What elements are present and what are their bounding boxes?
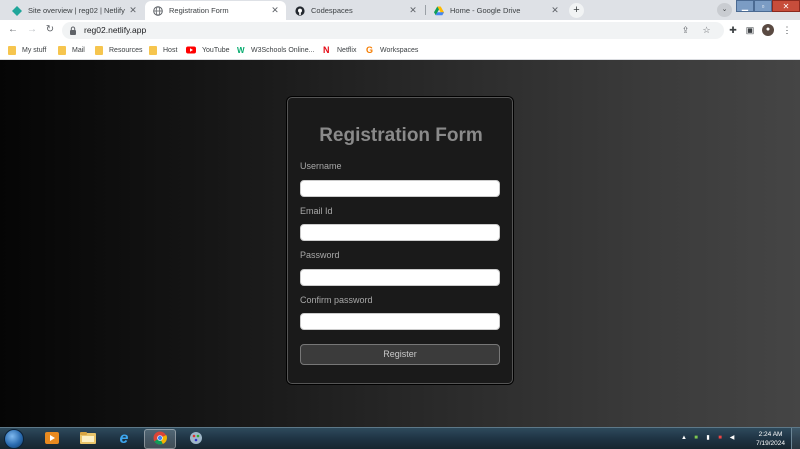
signal-icon[interactable]: ▮ [704,434,712,442]
bookmark-mail[interactable]: Mail [58,44,85,57]
system-clock[interactable]: 2:24 AM 7/19/2024 [756,430,785,448]
google-drive-icon [434,6,444,16]
chevron-down-icon: ⌄ [721,6,728,13]
confirm-password-label: Confirm password [300,295,373,305]
windows-taskbar: e ▲ ■ ▮ ■ ◀ 2:24 AM 7/19/2024 [0,427,800,449]
register-button[interactable]: Register [300,344,500,365]
tab-title: Home - Google Drive [450,6,521,15]
arrow-left-icon: ← [8,24,18,35]
bookmark-my-stuff[interactable]: My stuff [8,44,46,57]
clock-date: 7/19/2024 [756,440,785,447]
close-icon[interactable]: ✕ [128,5,138,16]
taskbar-chrome[interactable] [144,429,176,449]
more-menu-icon[interactable]: ⋮ [781,24,793,36]
bookmark-star-icon[interactable]: ☆ [701,25,712,36]
bookmark-w3schools[interactable]: W W3Schools Online... [237,44,314,57]
folder-icon [58,46,66,55]
bookmark-host[interactable]: Host [149,44,177,57]
tab-search-button[interactable]: ⌄ [717,3,732,17]
tab-netlify[interactable]: Site overview | reg02 | Netlify ✕ [4,1,144,20]
extensions-icon[interactable]: ✚ [727,24,739,36]
bookmark-label: Mail [72,47,85,54]
start-button[interactable] [4,429,24,449]
internet-explorer-icon: e [119,430,129,447]
profile-avatar[interactable]: ● [762,24,774,36]
bookmark-resources[interactable]: Resources [95,44,142,57]
password-input[interactable] [300,269,500,286]
tab-codespaces[interactable]: Codespaces ✕ [287,1,424,20]
window-controls: ▁ ▫ ✕ [736,0,800,12]
folder-icon [95,46,103,55]
bookmark-label: Netflix [337,47,357,54]
confirm-password-input[interactable] [300,313,500,330]
w3schools-icon: W [237,46,245,55]
close-window-button[interactable]: ✕ [772,0,800,12]
page-viewport: Registration Form Username Email Id Pass… [0,60,800,427]
reload-button[interactable]: ↻ [44,24,56,36]
tab-google-drive[interactable]: Home - Google Drive ✕ [426,1,566,20]
netflix-icon: N [323,45,330,55]
chrome-icon [153,431,167,447]
network-icon[interactable]: ■ [716,434,724,442]
paint-icon [189,431,203,447]
security-icon[interactable]: ■ [692,434,700,442]
back-button[interactable]: ← [7,24,19,36]
globe-icon [153,5,163,16]
reload-icon: ↻ [45,24,55,35]
volume-icon[interactable]: ◀ [728,434,736,442]
side-panel-icon[interactable]: ▣ [744,24,756,36]
browser-tab-strip: Site overview | reg02 | Netlify ✕ Regist… [0,0,800,20]
bookmark-label: Host [163,47,178,54]
bookmark-workspaces[interactable]: G Workspaces [366,44,418,57]
taskbar-file-explorer[interactable] [72,429,104,449]
form-title: Registration Form [319,125,483,146]
github-icon [295,5,305,16]
tab-title: Registration Form [169,6,229,15]
username-input[interactable] [300,180,500,197]
close-icon[interactable]: ✕ [270,5,280,16]
forward-button[interactable]: → [26,24,38,36]
clock-time: 2:24 AM [758,431,783,438]
registration-form: Registration Form Username Email Id Pass… [287,97,513,384]
tab-title: Codespaces [311,6,353,15]
bookmark-label: W3Schools Online... [251,47,315,54]
system-tray: ▲ ■ ▮ ■ ◀ 2:24 AM 7/19/2024 [680,428,800,449]
netlify-icon [12,5,22,16]
show-hidden-icons-icon[interactable]: ▲ [680,434,688,442]
bookmarks-bar: My stuff Mail Resources Host YouTube W W… [0,41,800,60]
share-icon[interactable]: ⇪ [680,25,691,36]
bookmark-label: Workspaces [380,47,419,54]
address-bar[interactable]: reg02.netlify.app ⇪ ☆ [62,22,724,39]
folder-icon [149,46,157,55]
show-desktop-button[interactable] [791,428,800,449]
media-player-icon [44,431,60,447]
username-label: Username [300,161,342,171]
bookmark-label: YouTube [202,47,230,54]
new-tab-button[interactable]: + [569,3,584,18]
bookmark-youtube[interactable]: YouTube [186,44,230,57]
arrow-right-icon: → [27,24,37,35]
password-label: Password [300,250,340,260]
youtube-icon [186,46,196,55]
bookmark-netflix[interactable]: N Netflix [323,44,356,57]
taskbar-internet-explorer[interactable]: e [108,429,140,449]
taskbar-media-player[interactable] [36,429,68,449]
bookmark-label: Resources [109,47,143,54]
bookmark-label: My stuff [22,47,47,54]
close-icon[interactable]: ✕ [408,5,418,16]
email-input[interactable] [300,224,500,241]
browser-toolbar: ← → ↻ reg02.netlify.app ⇪ ☆ ✚ ▣ ● ⋮ [0,20,800,41]
email-label: Email Id [300,206,333,216]
maximize-button[interactable]: ▫ [754,0,772,12]
url-text: reg02.netlify.app [84,25,147,35]
taskbar-app[interactable] [180,429,212,449]
folder-icon [8,46,16,55]
tab-title: Site overview | reg02 | Netlify [28,6,125,15]
tab-registration-form[interactable]: Registration Form ✕ [145,1,286,20]
workspaces-icon: G [366,45,374,55]
minimize-button[interactable]: ▁ [736,0,754,12]
lock-icon [69,26,77,35]
folder-icon [79,431,97,447]
close-icon[interactable]: ✕ [550,5,560,16]
